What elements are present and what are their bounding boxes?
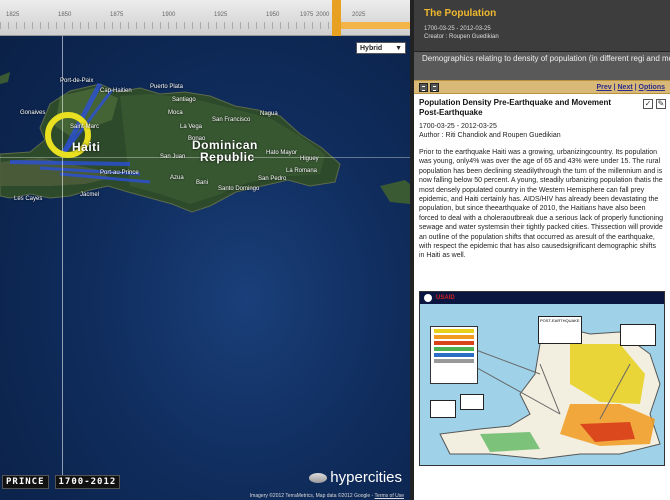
collection-header: The Population 1700-03-25 - 2012-03-25 C… — [414, 0, 670, 52]
chevron-down-icon: ▼ — [395, 44, 402, 52]
hypercities-logo-icon — [309, 472, 328, 483]
timeline-tick: 1950 — [266, 12, 280, 18]
city-label: Port-au-Prince — [100, 170, 139, 176]
country-label-republic: Republic — [200, 150, 255, 164]
timeline-tick: 2000 — [316, 12, 330, 18]
figure-caption: POST-EARTHQUAKE — [540, 318, 580, 323]
timeline-tick: 1875 — [110, 12, 124, 18]
terms-link[interactable]: Terms of Use — [375, 493, 404, 499]
map-attribution: Imagery ©2012 TerraMetrics, Map data ©20… — [250, 493, 404, 499]
map-status-bar: PRINCE 1700-2012 — [0, 474, 200, 490]
collection-dates: 1700-03-25 - 2012-03-25 — [424, 26, 491, 32]
timeline-tick: 1850 — [58, 12, 72, 18]
timeline-tick: 1825 — [6, 12, 20, 18]
city-label: Bani — [196, 180, 209, 186]
usaid-map-image[interactable]: USAID POST-EARTHQUAKE — [419, 291, 665, 466]
hypercities-logo-text: hypercities — [330, 469, 402, 486]
year-range-readout: 1700-2012 — [54, 475, 121, 489]
city-label: Jacmel — [80, 192, 100, 198]
timeline-tick: 1900 — [162, 12, 176, 18]
city-label: Puerto Plata — [150, 84, 184, 90]
city-label: Bonao — [188, 136, 206, 142]
map-type-select[interactable]: Hybrid ▼ — [356, 42, 406, 54]
collection-title[interactable]: The Population — [424, 8, 660, 19]
map-type-label: Hybrid — [360, 44, 383, 52]
figure-header: USAID — [420, 292, 664, 304]
figure-map: POST-EARTHQUAKE — [420, 304, 664, 465]
grid-view-icon[interactable] — [430, 82, 439, 92]
city-label: Hato Mayor — [266, 150, 298, 156]
crosshair-vertical — [62, 36, 63, 476]
country-label-haiti: Haiti — [72, 140, 101, 154]
city-label: Higuey — [300, 156, 319, 162]
city-label: La Romana — [286, 168, 318, 174]
attribution-text: Imagery ©2012 TerraMetrics, Map data ©20… — [249, 493, 375, 499]
timeline-tick: 1925 — [214, 12, 228, 18]
timeline-handle[interactable] — [332, 0, 341, 36]
usaid-seal-icon — [424, 294, 432, 302]
figure-legend — [430, 326, 478, 384]
options-link[interactable]: Options — [639, 84, 665, 91]
figure-callout: POST-EARTHQUAKE — [538, 316, 582, 344]
item-author: Author : Riti Chandiok and Roupen Guedik… — [419, 132, 561, 139]
city-label: San Francisco — [212, 117, 251, 123]
timeline-range — [336, 22, 410, 29]
item-body: Prior to the earthquake Haiti was a grow… — [419, 149, 663, 260]
city-label: La Vega — [180, 124, 203, 130]
place-readout: PRINCE — [2, 475, 49, 489]
edit-icon[interactable]: ✎ — [656, 99, 666, 109]
timeline-tick: 2025 — [352, 12, 366, 18]
figure-agency: USAID — [436, 295, 455, 301]
hypercities-logo[interactable]: hypercities — [309, 469, 402, 486]
city-label: Cap-Haitien — [100, 88, 132, 94]
item-title: Population Density Pre-Earthquake and Mo… — [419, 98, 612, 117]
list-view-icon[interactable] — [419, 82, 428, 92]
city-label: Gonaives — [20, 110, 46, 116]
checkbox-icon[interactable]: ✓ — [643, 99, 653, 109]
city-label: Azua — [170, 175, 184, 181]
prev-link[interactable]: Prev — [596, 84, 611, 91]
next-link[interactable]: Next — [618, 84, 633, 91]
figure-inset-2 — [460, 394, 484, 410]
timeline-slider[interactable]: 1825 1850 1875 1900 1925 1950 1975 2000 … — [0, 0, 410, 36]
city-label: Nagua — [260, 111, 278, 117]
item-dates: 1700-03-25 - 2012-03-25 — [419, 123, 497, 130]
timeline-tick: 1975 — [300, 12, 314, 18]
collection-description: Demographics relating to density of popu… — [414, 52, 670, 80]
city-label: Santiago — [172, 97, 196, 103]
city-label: San Pedro — [258, 176, 287, 182]
city-label: Moca — [168, 110, 183, 116]
city-label: Port-de-Paix — [60, 78, 94, 84]
city-label: Saint-Marc — [70, 124, 100, 130]
map-view[interactable]: 1825 1850 1875 1900 1925 1950 1975 2000 … — [0, 0, 410, 500]
item-toolbar: Prev | Next | Options — [414, 80, 670, 94]
city-label: San Juan — [160, 154, 186, 160]
city-label: Santo Domingo — [218, 186, 260, 192]
collection-creator: Creator : Roupen Guedikian — [424, 34, 499, 40]
figure-inset-3 — [620, 324, 656, 346]
collection-panel: The Population 1700-03-25 - 2012-03-25 C… — [414, 0, 670, 500]
figure-inset-1 — [430, 400, 456, 418]
city-label: Les Cayes — [14, 196, 43, 202]
